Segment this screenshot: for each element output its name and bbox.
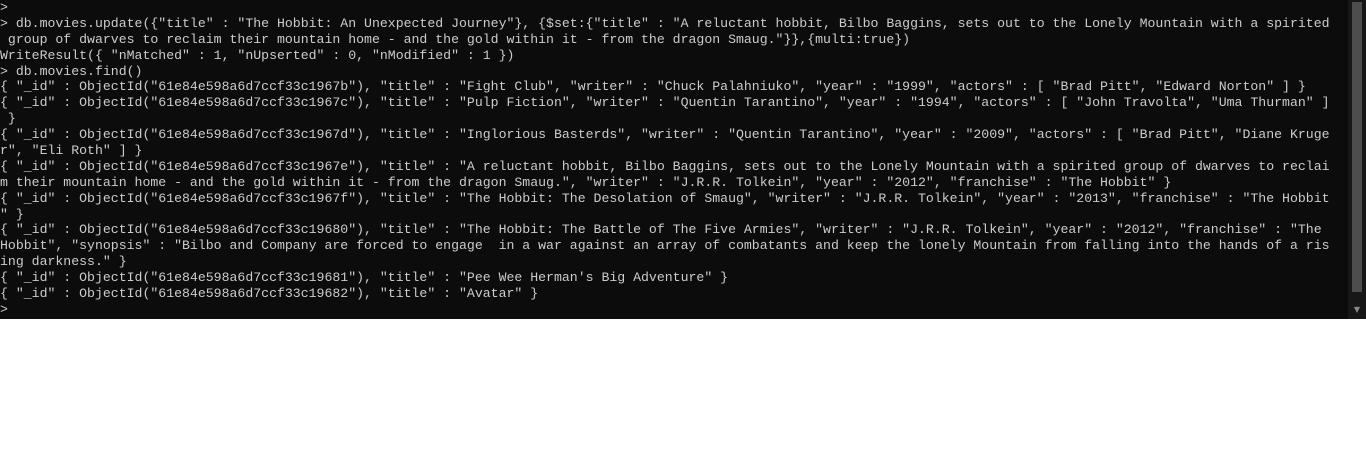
update-command-line: > db.movies.update({"title" : "The Hobbi…	[0, 15, 1330, 31]
result-document-line: ing darkness." }	[0, 254, 127, 270]
write-result-line: WriteResult({ "nMatched" : 1, "nUpserted…	[0, 47, 515, 63]
result-document-line: r", "Eli Roth" ] }	[0, 143, 143, 159]
input-prompt-line[interactable]: >	[0, 302, 1348, 318]
result-document-line: { "_id" : ObjectId("61e84e598a6d7ccf33c1…	[0, 95, 1330, 111]
prompt-line: >	[0, 0, 8, 15]
console-output[interactable]: > > db.movies.update({"title" : "The Hob…	[0, 0, 1348, 319]
result-document-line: { "_id" : ObjectId("61e84e598a6d7ccf33c1…	[0, 190, 1330, 206]
result-document-line: { "_id" : ObjectId("61e84e598a6d7ccf33c1…	[0, 158, 1330, 174]
result-document-line: { "_id" : ObjectId("61e84e598a6d7ccf33c1…	[0, 270, 729, 286]
scroll-down-arrow-icon[interactable]: ▼	[1352, 305, 1362, 315]
scrollbar-thumb[interactable]	[1352, 2, 1362, 292]
result-document-line: { "_id" : ObjectId("61e84e598a6d7ccf33c1…	[0, 222, 1322, 238]
result-document-line: { "_id" : ObjectId("61e84e598a6d7ccf33c1…	[0, 79, 1306, 95]
result-document-line: }	[0, 111, 16, 127]
result-document-line: Hobbit", "synopsis" : "Bilbo and Company…	[0, 238, 1330, 254]
result-document-line: { "_id" : ObjectId("61e84e598a6d7ccf33c1…	[0, 286, 539, 302]
result-document-line: m their mountain home - and the gold wit…	[0, 174, 1172, 190]
find-command-line: > db.movies.find()	[0, 63, 143, 79]
vertical-scrollbar[interactable]: ▼	[1348, 0, 1366, 319]
result-document-line: { "_id" : ObjectId("61e84e598a6d7ccf33c1…	[0, 127, 1330, 143]
empty-background	[0, 319, 1366, 460]
update-command-continuation: group of dwarves to reclaim their mounta…	[0, 31, 911, 47]
terminal-window[interactable]: > > db.movies.update({"title" : "The Hob…	[0, 0, 1366, 319]
result-document-line: " }	[0, 206, 24, 222]
